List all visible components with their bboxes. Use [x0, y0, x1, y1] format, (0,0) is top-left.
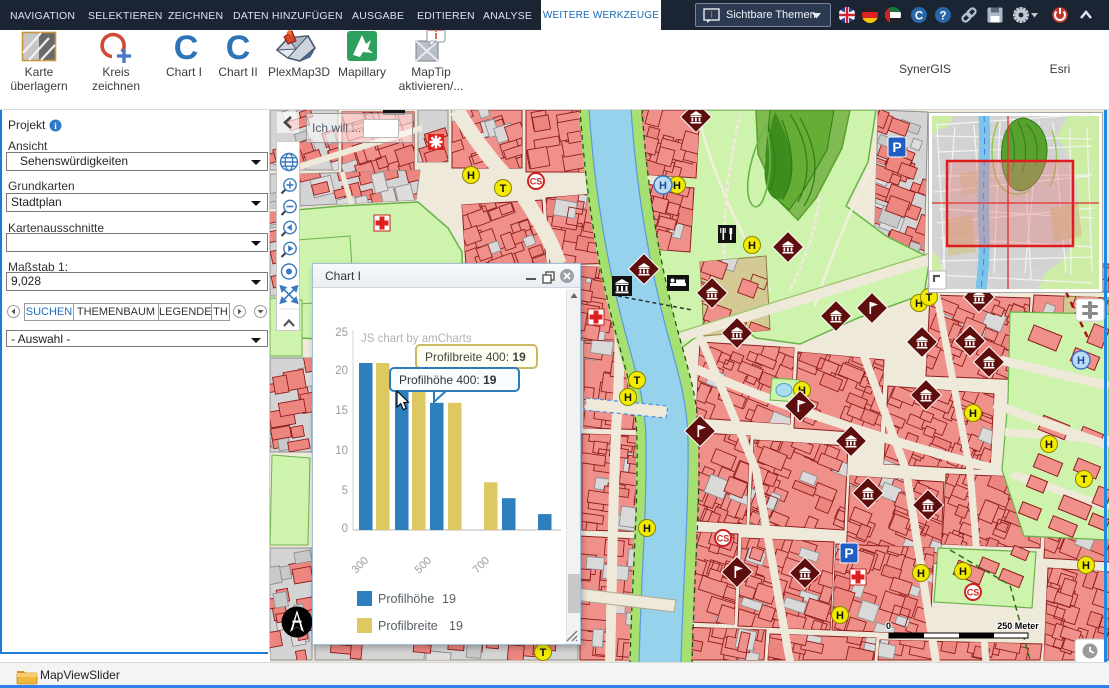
- svg-text:H: H: [836, 610, 844, 622]
- svg-text:15: 15: [335, 405, 348, 417]
- svg-text:700: 700: [471, 555, 492, 576]
- svg-text:?: ?: [939, 11, 946, 23]
- svg-text:C: C: [915, 11, 923, 23]
- svg-text:Profilbreite 400: 19: Profilbreite 400: 19: [425, 350, 526, 364]
- svg-text:20: 20: [335, 365, 348, 377]
- svg-text:H: H: [959, 566, 967, 578]
- svg-text:i: i: [434, 30, 437, 42]
- svg-text:C: C: [174, 30, 199, 67]
- svg-text:CS: CS: [717, 534, 730, 544]
- svg-text:T: T: [926, 292, 933, 304]
- svg-text:P: P: [844, 545, 853, 561]
- svg-text:H: H: [659, 180, 667, 192]
- svg-text:P: P: [892, 139, 901, 155]
- svg-text:H: H: [1077, 355, 1085, 367]
- svg-text:H: H: [624, 392, 632, 404]
- svg-text:Profilhöhe 400: 19: Profilhöhe 400: 19: [399, 373, 497, 387]
- svg-text:300: 300: [350, 555, 371, 576]
- svg-text:H: H: [917, 568, 925, 580]
- svg-text:T: T: [634, 375, 641, 387]
- svg-text:C: C: [226, 30, 251, 67]
- svg-text:i: i: [710, 10, 713, 20]
- svg-text:H: H: [643, 523, 651, 535]
- svg-text:250 Meter: 250 Meter: [997, 621, 1039, 631]
- svg-text:Profilhöhe: Profilhöhe: [378, 592, 434, 606]
- svg-text:19: 19: [449, 619, 463, 633]
- svg-text:25: 25: [335, 327, 348, 339]
- svg-text:H: H: [673, 180, 681, 192]
- svg-text:Profilbreite: Profilbreite: [378, 619, 438, 633]
- svg-text:T: T: [540, 647, 547, 659]
- svg-text:CS: CS: [967, 588, 980, 598]
- svg-text:T: T: [500, 183, 507, 195]
- svg-text:10: 10: [335, 445, 348, 457]
- svg-text:JS chart by amCharts: JS chart by amCharts: [361, 333, 472, 345]
- svg-text:0: 0: [342, 523, 348, 535]
- svg-text:H: H: [1045, 439, 1053, 451]
- svg-text:19: 19: [442, 592, 456, 606]
- svg-text:500: 500: [413, 555, 434, 576]
- svg-text:H: H: [969, 408, 977, 420]
- svg-text:T: T: [1081, 474, 1088, 486]
- svg-text:H: H: [1082, 560, 1090, 572]
- svg-text:H: H: [748, 240, 756, 252]
- svg-text:0: 0: [886, 621, 891, 631]
- svg-text:CS: CS: [530, 177, 543, 187]
- svg-text:5: 5: [342, 485, 348, 497]
- svg-text:H: H: [467, 170, 475, 182]
